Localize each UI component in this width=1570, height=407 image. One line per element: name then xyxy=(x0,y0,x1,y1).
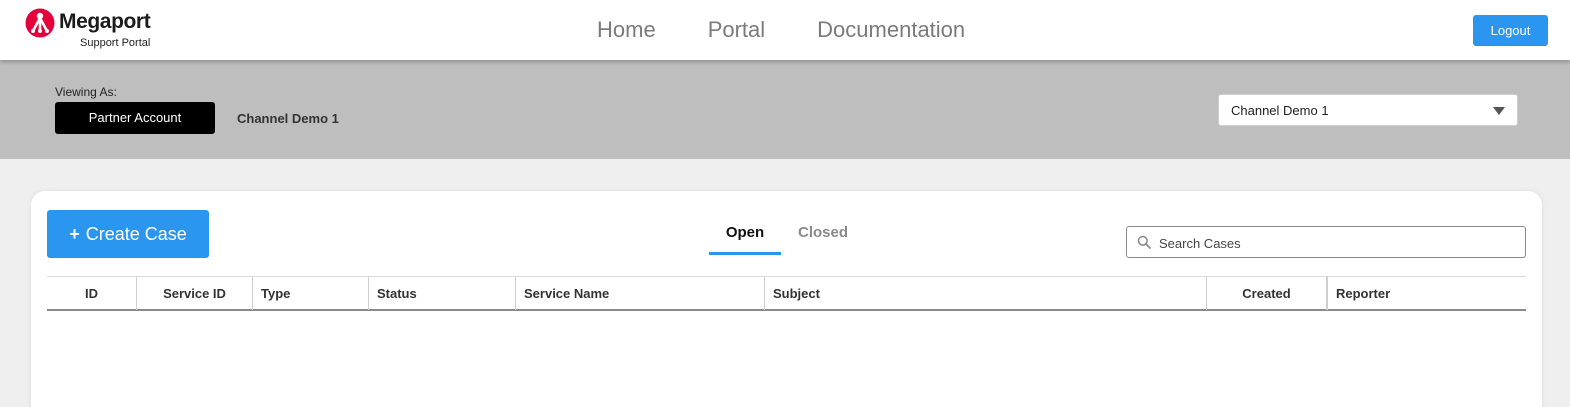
cases-table-header: ID Service ID Type Status Service Name S… xyxy=(47,276,1526,311)
nav-documentation[interactable]: Documentation xyxy=(817,15,965,45)
nav-portal[interactable]: Portal xyxy=(708,15,765,45)
main-nav: Home Portal Documentation xyxy=(597,15,965,45)
create-case-button[interactable]: + Create Case xyxy=(47,210,209,258)
partner-account-badge: Partner Account xyxy=(55,102,215,134)
viewing-as-label: Viewing As: xyxy=(55,85,117,99)
search-box[interactable] xyxy=(1126,226,1526,258)
account-selector-value: Channel Demo 1 xyxy=(1231,103,1329,118)
cases-panel: +Create Case Open Closed ID Service ID T… xyxy=(31,191,1542,407)
chevron-down-icon xyxy=(1493,107,1505,115)
column-header-subject[interactable]: Subject xyxy=(765,277,1207,310)
tab-closed[interactable]: Closed xyxy=(793,221,853,255)
column-header-service-id[interactable]: Service ID xyxy=(137,277,253,310)
megaport-logo[interactable]: Megaport Support Portal xyxy=(25,7,185,53)
nav-home[interactable]: Home xyxy=(597,15,656,45)
column-header-status[interactable]: Status xyxy=(369,277,516,310)
brand-name: Megaport xyxy=(59,10,151,33)
account-context-bar: Viewing As: Partner Account Channel Demo… xyxy=(0,60,1570,159)
search-cases-input[interactable] xyxy=(1159,233,1509,253)
column-header-service-name[interactable]: Service Name xyxy=(516,277,765,310)
top-navigation-bar: Megaport Support Portal Home Portal Docu… xyxy=(0,0,1570,60)
tab-open[interactable]: Open xyxy=(709,221,781,255)
brand-subtitle: Support Portal xyxy=(80,37,151,49)
column-header-type[interactable]: Type xyxy=(253,277,369,310)
plus-icon: + xyxy=(69,223,80,244)
account-name: Channel Demo 1 xyxy=(237,111,339,126)
create-case-label: Create Case xyxy=(85,223,187,244)
column-header-created[interactable]: Created xyxy=(1207,277,1327,310)
column-header-id[interactable]: ID xyxy=(47,277,137,310)
column-header-reporter[interactable]: Reporter xyxy=(1327,277,1526,310)
megaport-logo-icon xyxy=(25,8,55,38)
logout-button[interactable]: Logout xyxy=(1473,15,1548,46)
search-icon xyxy=(1137,235,1151,249)
account-selector[interactable]: Channel Demo 1 xyxy=(1218,94,1518,126)
